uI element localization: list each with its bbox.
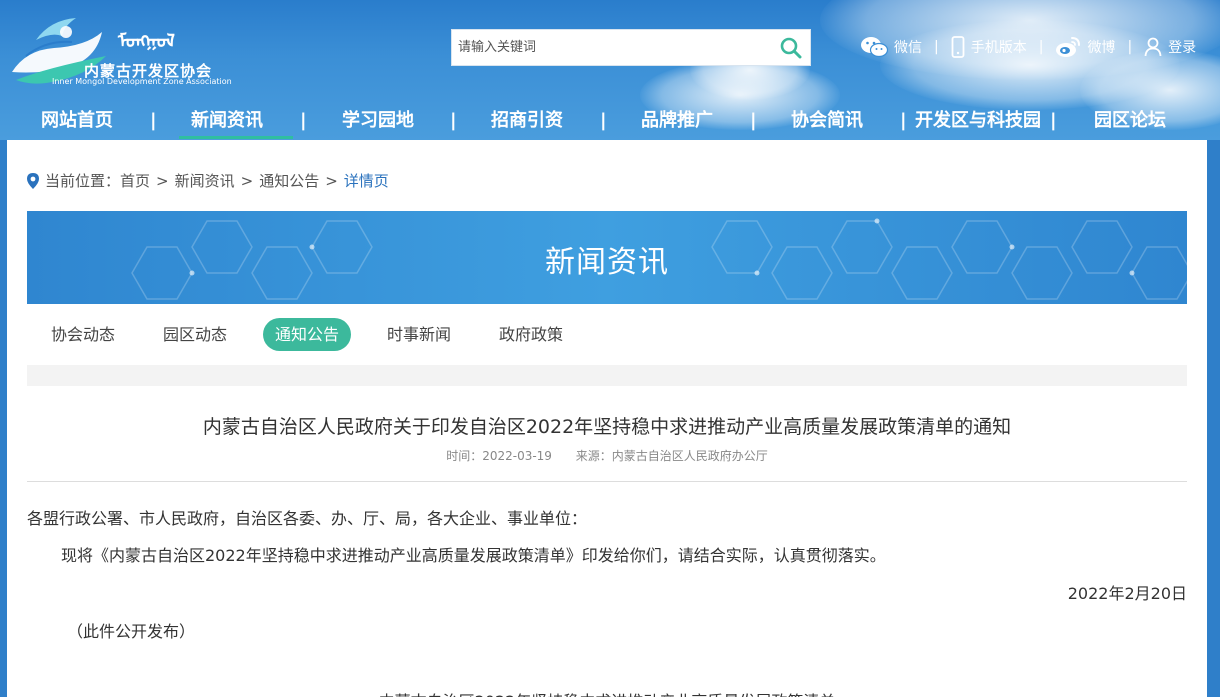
- nav-separator: |: [600, 110, 607, 131]
- wechat-link[interactable]: 微信: [860, 36, 922, 58]
- article-source: 来源：内蒙古自治区人民政府办公厅: [575, 449, 768, 463]
- nav-home[interactable]: 网站首页: [41, 104, 113, 140]
- location-pin-icon: [27, 172, 39, 189]
- site-logo[interactable]: ᠮᠣᠩᠭᠣᠯ 内蒙古开发区协会 Inner Mongol Development…: [6, 10, 246, 90]
- wechat-icon: [861, 37, 888, 58]
- search-box: [451, 29, 811, 66]
- article-title: 内蒙古自治区人民政府关于印发自治区2022年坚持稳中求进推动产业高质量发展政策清…: [202, 416, 1012, 438]
- nav-separator: |: [900, 110, 907, 131]
- logo-mongolian-script: ᠮᠣᠩᠭᠣᠯ: [118, 31, 175, 52]
- search-icon: [780, 37, 802, 59]
- breadcrumb-home[interactable]: 首页: [120, 170, 150, 191]
- main-nav: 网站首页 | 新闻资讯 | 学习园地 | 招商引资 | 品牌推广 | 协会简讯 …: [0, 104, 1220, 140]
- banner-title: 新闻资讯: [545, 245, 669, 280]
- article-body: 现将《内蒙古自治区2022年坚持稳中求进推动产业高质量发展政策清单》印发给你们，…: [61, 546, 886, 565]
- article-date: 2022年2月20日: [1067, 584, 1187, 603]
- user-icon: [1144, 37, 1162, 57]
- nav-forum[interactable]: 园区论坛: [1094, 104, 1166, 140]
- nav-investment[interactable]: 招商引资: [491, 104, 563, 140]
- breadcrumb-separator: >: [156, 171, 169, 190]
- tab-park-news[interactable]: 园区动态: [143, 318, 247, 351]
- tab-government-policy[interactable]: 政府政策: [479, 318, 583, 351]
- breadcrumb: 当前位置： 首页 > 新闻资讯 > 通知公告 > 详情页: [27, 170, 389, 191]
- nav-separator: |: [1050, 110, 1057, 131]
- tab-current-affairs[interactable]: 时事新闻: [367, 318, 471, 351]
- nav-separator: |: [150, 110, 157, 131]
- article-divider: [27, 481, 1187, 482]
- nav-learning[interactable]: 学习园地: [342, 104, 414, 140]
- nav-separator: |: [300, 110, 307, 131]
- breadcrumb-news[interactable]: 新闻资讯: [175, 170, 235, 191]
- mobile-label: 手机版本: [970, 40, 1027, 56]
- weibo-link[interactable]: 微博: [1055, 36, 1115, 58]
- section-banner: 新闻资讯: [27, 211, 1187, 304]
- article-note: （此件公开发布）: [67, 622, 196, 641]
- mobile-link[interactable]: 手机版本: [951, 36, 1027, 58]
- article-time: 时间：2022-03-19: [446, 449, 552, 463]
- login-label: 登录: [1168, 40, 1197, 56]
- logo-en-name: Inner Mongol Development Zone Associatio…: [52, 77, 232, 86]
- breadcrumb-separator: >: [325, 171, 338, 190]
- article-next-heading: 内蒙古自治区2022年坚持稳中求进推动产业高质量发展政策清单: [7, 688, 1207, 697]
- top-separator: |: [1127, 39, 1133, 55]
- divider-bar: [27, 365, 1187, 386]
- nav-separator: |: [450, 110, 457, 131]
- breadcrumb-separator: >: [240, 171, 254, 190]
- mobile-icon: [951, 36, 965, 58]
- article-salutation: 各盟行政公署、市人民政府，自治区各委、办、厅、局，各大企业、事业单位：: [27, 509, 588, 528]
- nav-news[interactable]: 新闻资讯: [179, 104, 293, 140]
- weibo-label: 微博: [1087, 40, 1116, 56]
- content-panel: 当前位置： 首页 > 新闻资讯 > 通知公告 > 详情页 新闻资讯 协会动态 园…: [7, 140, 1207, 697]
- breadcrumb-current: 详情页: [343, 172, 389, 190]
- nav-brand[interactable]: 品牌推广: [641, 104, 713, 140]
- login-link[interactable]: 登录: [1144, 37, 1196, 57]
- top-links: 微信 | 手机版本 | 微博 | 登录: [860, 36, 1196, 58]
- search-input[interactable]: [452, 30, 762, 65]
- nav-separator: |: [750, 110, 757, 131]
- top-separator: |: [934, 39, 939, 55]
- tab-notices[interactable]: 通知公告: [263, 318, 351, 351]
- tab-association-news[interactable]: 协会动态: [31, 318, 135, 351]
- breadcrumb-notices[interactable]: 通知公告: [259, 170, 319, 191]
- wechat-label: 微信: [894, 40, 922, 56]
- article-meta: 时间：2022-03-19 来源：内蒙古自治区人民政府办公厅: [27, 447, 1187, 464]
- search-button[interactable]: [780, 37, 802, 59]
- weibo-icon: [1056, 37, 1081, 57]
- nav-association-brief[interactable]: 协会简讯: [791, 104, 863, 140]
- nav-dev-zones[interactable]: 开发区与科技园: [915, 104, 1041, 140]
- top-separator: |: [1038, 39, 1044, 55]
- breadcrumb-prefix: 当前位置：: [45, 172, 121, 190]
